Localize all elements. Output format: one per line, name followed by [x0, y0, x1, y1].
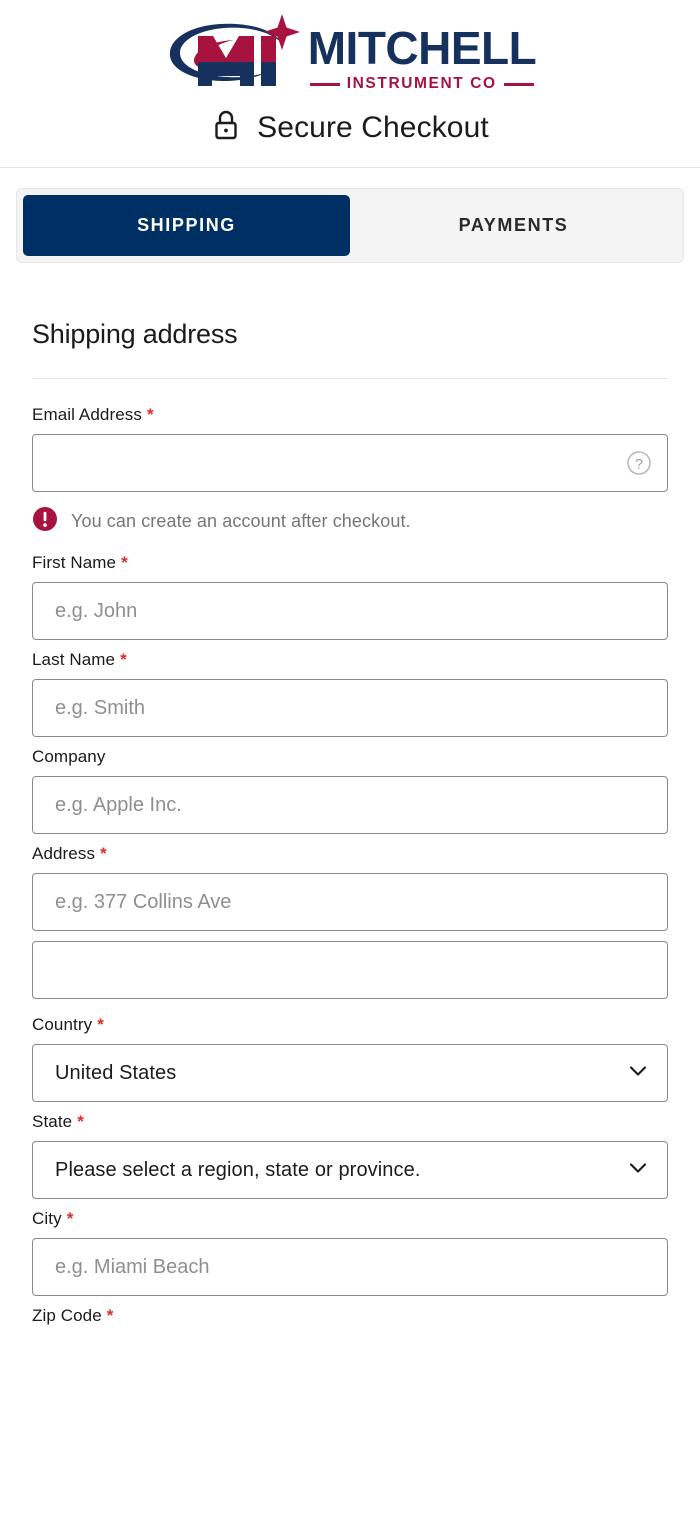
site-header: MITCHELL INSTRUMENT CO Secure Checkout — [0, 0, 700, 168]
city-input[interactable] — [32, 1238, 668, 1296]
address-line-1-input[interactable] — [32, 873, 668, 931]
page-title: Shipping address — [32, 319, 238, 349]
alert-circle-icon — [32, 506, 58, 537]
country-select[interactable]: United States — [32, 1044, 668, 1102]
label-country-text: Country — [32, 1015, 93, 1034]
label-city-text: City — [32, 1209, 62, 1228]
tab-shipping[interactable]: SHIPPING — [23, 195, 350, 256]
required-asterisk: * — [97, 1015, 104, 1034]
tab-payments[interactable]: PAYMENTS — [350, 195, 677, 256]
required-asterisk: * — [120, 650, 127, 669]
email-input[interactable] — [32, 434, 668, 492]
label-state: State * — [32, 1112, 668, 1132]
label-company-text: Company — [32, 747, 106, 766]
address-line-2-input[interactable] — [32, 941, 668, 999]
field-email: Email Address * ? — [32, 405, 668, 492]
shipping-form: Shipping address Email Address * ? You c… — [0, 319, 700, 1326]
lock-icon — [211, 108, 241, 147]
field-city: City * — [32, 1209, 668, 1296]
label-first-name-text: First Name — [32, 553, 117, 572]
label-city: City * — [32, 1209, 668, 1229]
email-note-text: You can create an account after checkout… — [71, 511, 411, 531]
brand-wordmark: MITCHELL — [307, 21, 537, 74]
state-selected-value: Please select a region, state or provinc… — [55, 1158, 421, 1181]
logo-rule-right — [503, 82, 534, 87]
brand-logo[interactable]: MITCHELL INSTRUMENT CO — [0, 13, 700, 103]
field-address-line-2 — [32, 941, 668, 999]
country-selected-value: United States — [55, 1061, 177, 1084]
label-last-name-text: Last Name — [32, 650, 116, 669]
secure-checkout-title: Secure Checkout — [257, 110, 489, 144]
required-asterisk: * — [77, 1112, 84, 1131]
last-name-input[interactable] — [32, 679, 668, 737]
label-country: Country * — [32, 1015, 668, 1035]
company-input[interactable] — [32, 776, 668, 834]
svg-text:?: ? — [635, 456, 643, 472]
field-address-line-1: Address * — [32, 844, 668, 931]
required-asterisk: * — [100, 844, 107, 863]
secure-checkout-banner: Secure Checkout — [0, 108, 700, 147]
label-email: Email Address * — [32, 405, 668, 425]
label-email-text: Email Address — [32, 405, 142, 424]
label-last-name: Last Name * — [32, 650, 668, 670]
field-first-name: First Name * — [32, 553, 668, 640]
field-country: Country * United States — [32, 1015, 668, 1102]
label-address: Address * — [32, 844, 668, 864]
field-last-name: Last Name * — [32, 650, 668, 737]
first-name-input[interactable] — [32, 582, 668, 640]
label-state-text: State — [32, 1112, 73, 1131]
label-zip-code: Zip Code * — [32, 1306, 668, 1326]
label-address-text: Address — [32, 844, 96, 863]
required-asterisk: * — [66, 1209, 74, 1228]
label-zip-code-text: Zip Code — [32, 1306, 102, 1325]
field-state: State * Please select a region, state or … — [32, 1112, 668, 1199]
mitchell-logo-mark — [164, 13, 306, 103]
email-account-note: You can create an account after checkout… — [32, 506, 668, 537]
required-asterisk: * — [106, 1306, 114, 1325]
question-circle-icon[interactable]: ? — [626, 450, 652, 476]
required-asterisk: * — [146, 405, 154, 424]
brand-tagline: INSTRUMENT CO — [346, 75, 497, 93]
checkout-tabs: SHIPPING PAYMENTS — [16, 188, 684, 263]
section-divider — [32, 378, 668, 379]
logo-rule-left — [309, 82, 340, 87]
required-asterisk: * — [121, 553, 128, 572]
label-company: Company — [32, 747, 668, 767]
checkout-page: MITCHELL INSTRUMENT CO Secure Checkout S… — [0, 0, 700, 1516]
field-zip-code: Zip Code * — [32, 1306, 668, 1326]
field-company: Company — [32, 747, 668, 834]
state-select[interactable]: Please select a region, state or provinc… — [32, 1141, 668, 1199]
label-first-name: First Name * — [32, 553, 668, 573]
